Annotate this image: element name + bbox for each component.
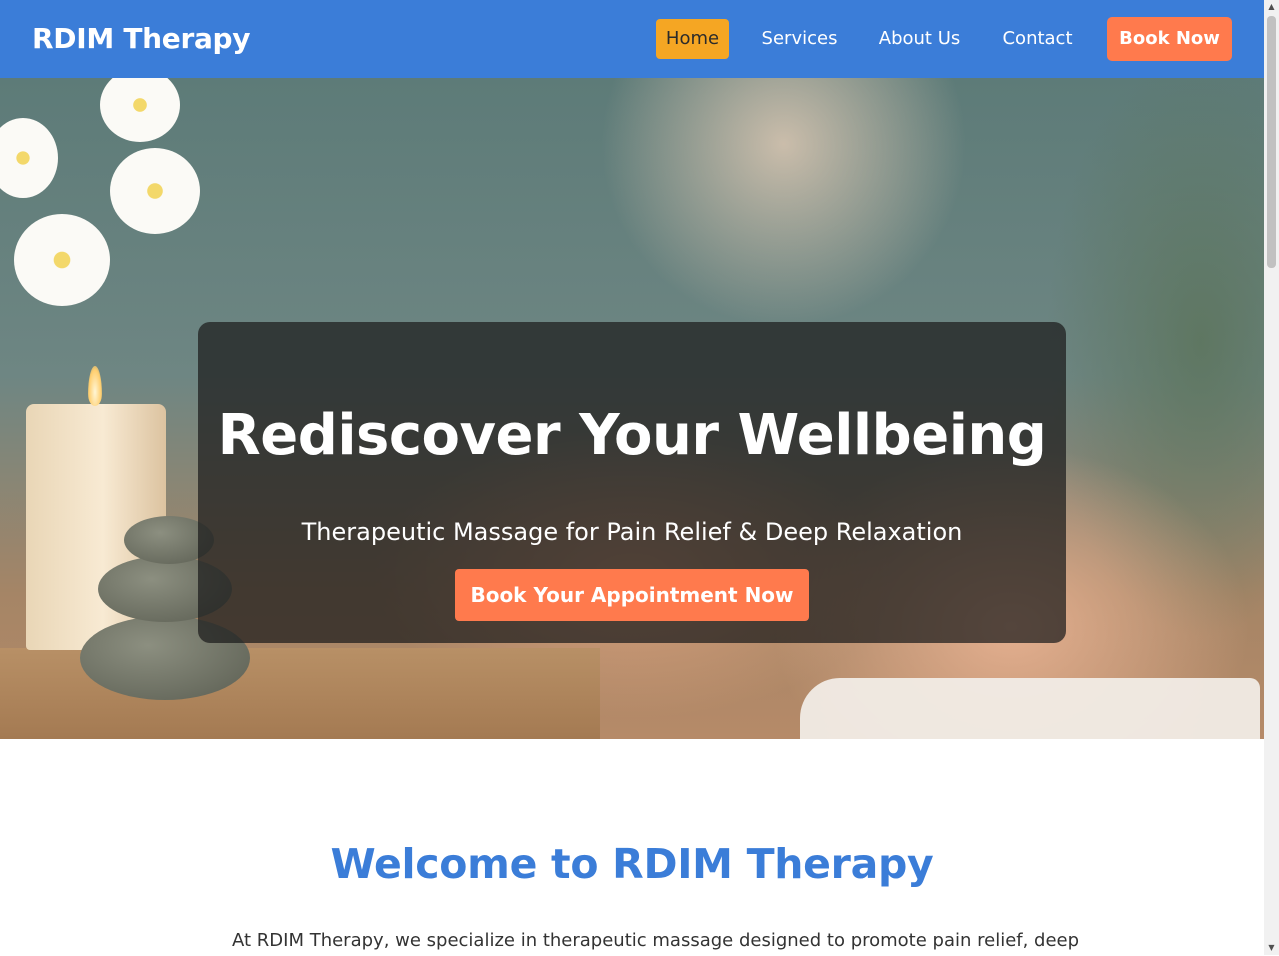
book-now-button[interactable]: Book Now (1107, 17, 1232, 61)
nav-link-services[interactable]: Services (752, 19, 847, 59)
orchid-flower (110, 148, 200, 234)
book-appointment-button[interactable]: Book Your Appointment Now (455, 569, 809, 621)
nav-link-contact[interactable]: Contact (993, 19, 1082, 59)
welcome-title: Welcome to RDIM Therapy (330, 840, 934, 888)
scroll-up-icon[interactable]: ▲ (1264, 0, 1279, 14)
welcome-text: At RDIM Therapy, we specialize in therap… (232, 930, 1080, 951)
scrollbar-thumb[interactable] (1267, 16, 1276, 268)
hero-overlay-card: Rediscover Your Wellbeing Therapeutic Ma… (198, 322, 1066, 643)
hero-title: Rediscover Your Wellbeing (217, 403, 1047, 468)
candle-flame (88, 366, 102, 406)
navbar: RDIM Therapy Home Services About Us Cont… (0, 0, 1264, 78)
brand-logo[interactable]: RDIM Therapy (32, 19, 251, 59)
orchid-flower (14, 214, 110, 306)
scroll-down-icon[interactable]: ▼ (1264, 941, 1279, 955)
orchid-flower (0, 118, 58, 198)
orchid-flower (100, 78, 180, 142)
hero-section: Rediscover Your Wellbeing Therapeutic Ma… (0, 78, 1264, 739)
nav-link-about-us[interactable]: About Us (870, 19, 969, 59)
page-scrollbar[interactable]: ▲ ▼ (1264, 0, 1279, 955)
hero-towel (800, 678, 1260, 739)
hero-subtitle: Therapeutic Massage for Pain Relief & De… (301, 518, 963, 546)
nav-link-home[interactable]: Home (656, 19, 729, 59)
